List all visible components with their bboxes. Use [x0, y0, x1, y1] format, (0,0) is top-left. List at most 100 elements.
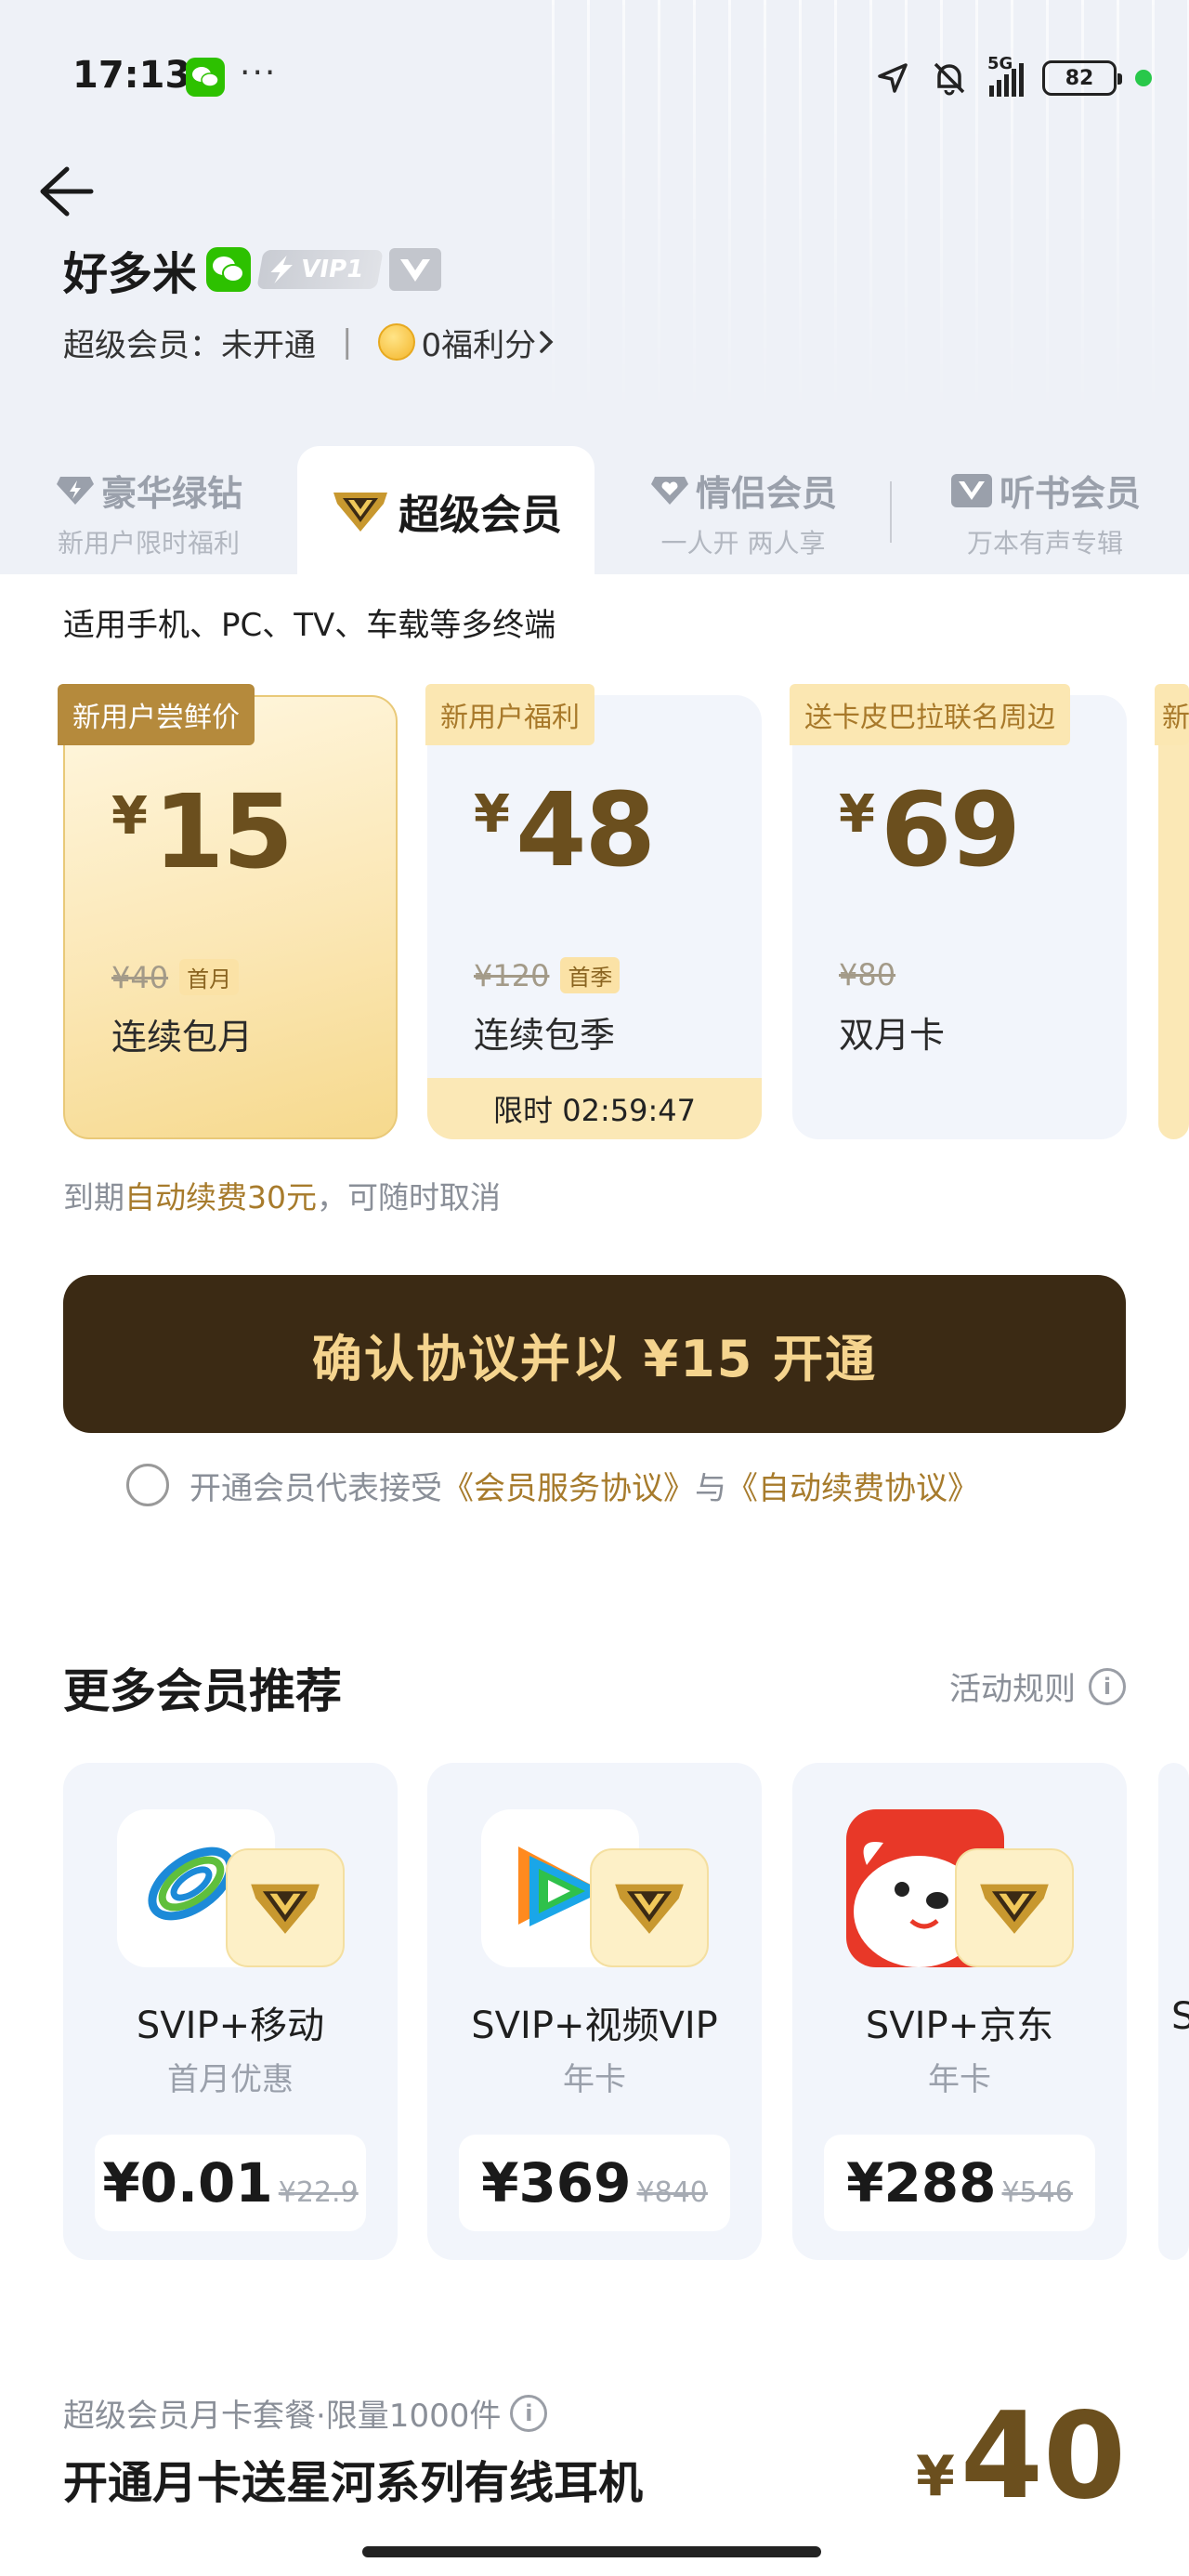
status-time: 17:13	[72, 54, 191, 97]
tab-audiobook-vip[interactable]: 听书会员 万本有声专辑	[938, 465, 1152, 560]
renew-prefix: 到期	[63, 1179, 124, 1216]
original-price: ¥80	[839, 957, 896, 992]
bundle-subtitle: 超级会员月卡套餐·限量1000件 i	[63, 2390, 548, 2436]
rec-price: ¥288 ¥546	[824, 2135, 1095, 2231]
signal-icon: 5G	[987, 54, 1024, 97]
plan-name: 双月卡	[839, 1015, 946, 1056]
svip-gem-icon	[333, 493, 387, 532]
plan-tag: 新	[1155, 684, 1189, 745]
privacy-indicator	[1135, 70, 1152, 86]
v-badge-icon[interactable]	[388, 248, 441, 291]
plan-card-partial[interactable]	[1158, 695, 1189, 1139]
rec-price-now: ¥369	[481, 2151, 632, 2215]
renew-suffix: ，可随时取消	[317, 1179, 501, 1216]
bundle-title[interactable]: 开通月卡送星河系列有线耳机	[63, 2446, 643, 2511]
more-notifications-icon: ···	[240, 54, 278, 92]
tab-label: 豪华绿钻	[100, 473, 242, 514]
tab-couple-vip[interactable]: 情侣会员 一人开 两人享	[641, 465, 845, 560]
plan-card-monthly[interactable]: ¥15 ¥40 首月 连续包月	[63, 695, 398, 1139]
rec-card-mobile[interactable]: SVIP+移动 首月优惠 ¥0.01 ¥22.9	[63, 1763, 398, 2260]
original-price-row: ¥120 首季	[474, 957, 621, 993]
tab-label: 情侣会员	[695, 473, 837, 514]
user-info: 好多米 VIP1	[63, 237, 441, 302]
rec-price-original: ¥546	[1001, 2176, 1073, 2209]
svip-gem-icon	[226, 1848, 345, 1967]
battery-icon: 82	[1042, 60, 1122, 96]
activity-rules-link[interactable]: 活动规则 i	[949, 1663, 1126, 1709]
rec-card-partial[interactable]: S	[1158, 1763, 1189, 2260]
plan-name: 连续包季	[474, 1015, 616, 1056]
agreement-text: 与	[695, 1469, 726, 1507]
original-price-row: ¥80	[839, 957, 895, 992]
renew-amount: 自动续费30元	[124, 1179, 317, 1216]
countdown-timer: 限时 02:59:47	[427, 1078, 762, 1139]
home-indicator[interactable]	[362, 2546, 821, 2557]
membership-status: 超级会员：未开通	[63, 326, 316, 364]
membership-tabs: 豪华绿钻 新用户限时福利 超级会员 情侣会员 一人开 两人享 听书会员 万本有声…	[0, 446, 1189, 576]
points-link[interactable]: 0福利分	[421, 320, 536, 365]
first-period-badge: 首月	[179, 959, 240, 995]
coin-icon	[378, 323, 416, 361]
confirm-subscribe-button[interactable]: 确认协议并以 ¥15 开通	[63, 1275, 1126, 1433]
currency-symbol: ¥	[474, 784, 510, 845]
rec-price-now: ¥0.01	[102, 2151, 273, 2215]
rec-price-now: ¥288	[846, 2151, 997, 2215]
agreement-row: 开通会员代表接受 《会员服务协议》 与 《自动续费协议》	[126, 1459, 979, 1511]
bundle-sub-label: 超级会员月卡套餐·限量1000件	[63, 2398, 502, 2435]
original-price: ¥120	[474, 957, 550, 993]
rec-price: ¥369 ¥840	[459, 2135, 730, 2231]
rec-name: S	[1171, 1995, 1189, 2038]
plan-price: ¥15	[111, 772, 294, 891]
rec-sub: 首月优惠	[167, 2061, 294, 2098]
price-value: 15	[152, 772, 294, 891]
diamond-heart-icon	[650, 476, 688, 505]
wechat-icon	[206, 247, 252, 292]
divider: |	[342, 323, 353, 361]
service-agreement-link[interactable]: 《会员服务协议》	[442, 1463, 695, 1508]
rec-name: SVIP+京东	[865, 2004, 1054, 2047]
tab-green-diamond[interactable]: 豪华绿钻 新用户限时福利	[46, 465, 251, 560]
currency-symbol: ¥	[916, 2444, 955, 2509]
agree-radio[interactable]	[126, 1464, 169, 1506]
rec-card-video[interactable]: SVIP+视频VIP 年卡 ¥369 ¥840	[427, 1763, 762, 2260]
info-icon[interactable]: i	[510, 2394, 548, 2432]
plan-tag: 新用户福利	[425, 684, 594, 745]
username: 好多米	[63, 248, 198, 300]
svip-gem-icon	[590, 1848, 709, 1967]
plan-tag: 送卡皮巴拉联名周边	[790, 684, 1070, 745]
rec-card-jd[interactable]: SVIP+京东 年卡 ¥288 ¥546	[792, 1763, 1127, 2260]
bundle-price-value: 40	[960, 2387, 1126, 2526]
mute-bell-icon	[934, 62, 965, 96]
wechat-notification-icon	[186, 58, 225, 97]
back-button[interactable]	[33, 158, 98, 223]
terminals-note: 适用手机、PC、TV、车载等多终端	[63, 607, 556, 644]
agreement-text: 开通会员代表接受	[189, 1469, 442, 1507]
auto-renew-agreement-link[interactable]: 《自动续费协议》	[726, 1463, 979, 1508]
membership-row: 超级会员：未开通 | 0福利分	[63, 316, 558, 368]
plan-name: 连续包月	[111, 1017, 254, 1058]
diamond-lightning-icon	[56, 476, 94, 505]
location-icon	[878, 63, 908, 93]
svip-gem-icon	[955, 1848, 1074, 1967]
tab-sub-label: 万本有声专辑	[966, 528, 1123, 559]
original-price-row: ¥40 首月	[111, 959, 240, 995]
currency-symbol: ¥	[839, 784, 875, 845]
original-price: ¥40	[111, 959, 169, 995]
lightning-icon	[270, 256, 293, 283]
arrow-left-icon	[40, 166, 94, 217]
rec-sub: 年卡	[563, 2061, 626, 2098]
plan-card-two-month[interactable]: ¥69 ¥80 双月卡	[792, 695, 1127, 1139]
plan-tag: 新用户尝鲜价	[58, 684, 255, 745]
chevron-right-icon[interactable]	[536, 325, 558, 359]
tab-divider	[890, 481, 892, 543]
plan-card-quarterly[interactable]: ¥48 ¥120 首季 连续包季 限时 02:59:47	[427, 695, 762, 1139]
vip-level-badge[interactable]: VIP1	[256, 250, 384, 289]
price-value: 69	[880, 770, 1021, 889]
network-type: 5G	[987, 54, 1013, 73]
status-icons: 5G 82	[874, 52, 1152, 104]
plan-price: ¥69	[839, 770, 1021, 889]
section-title: 更多会员推荐	[63, 1664, 342, 1718]
tab-super-vip[interactable]: 超级会员	[297, 446, 594, 576]
status-bar: 17:13 ··· 5G 82	[0, 46, 1189, 112]
tab-label: 超级会员	[399, 492, 562, 539]
